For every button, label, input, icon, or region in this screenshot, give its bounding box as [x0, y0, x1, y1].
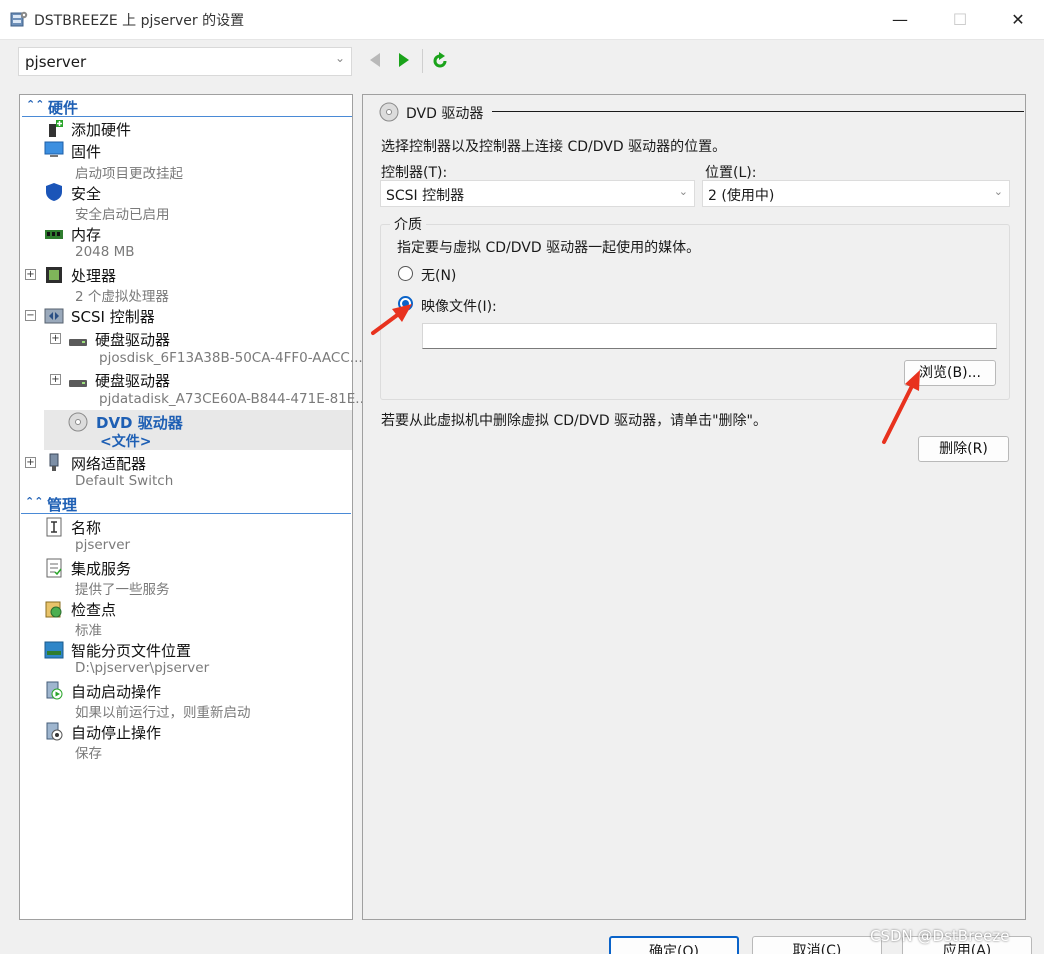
scsi-controller-icon — [44, 308, 64, 324]
radio-none-label[interactable]: 无(N) — [421, 265, 456, 285]
tree-item-network-adapter-subtitle: Default Switch — [75, 473, 174, 489]
controller-dropdown[interactable]: SCSI 控制器 ⌄ — [380, 180, 695, 207]
tree-item-hard-drive-2-subtitle: pjdatadisk_A73CE60A-B844-471E-81E... — [99, 391, 369, 407]
location-dropdown[interactable]: 2 (使用中) ⌄ — [702, 180, 1010, 207]
window-title: DSTBREEZE 上 pjserver 的设置 — [34, 13, 245, 29]
checkpoint-icon — [45, 601, 62, 618]
tree-item-processor[interactable]: 处理器 — [71, 265, 116, 286]
expand-processor-toggle[interactable]: + — [25, 269, 36, 280]
header-divider — [492, 111, 1024, 112]
processor-icon — [46, 267, 62, 283]
forward-arrow-icon[interactable] — [397, 52, 411, 68]
refresh-icon[interactable] — [430, 51, 450, 71]
dvd-drive-icon — [379, 102, 399, 122]
tree-item-dvd-drive-subtitle: <文件> — [100, 434, 152, 450]
location-label: 位置(L): — [705, 165, 757, 181]
toolbar-separator — [422, 49, 423, 73]
name-icon — [46, 517, 62, 537]
media-description: 指定要与虚拟 CD/DVD 驱动器一起使用的媒体。 — [397, 240, 701, 256]
tree-item-memory[interactable]: 内存 — [71, 224, 101, 245]
maximize-button[interactable]: ☐ — [950, 10, 970, 30]
vm-selector-value: pjserver — [25, 53, 87, 71]
tree-item-name-subtitle: pjserver — [75, 537, 131, 553]
tree-item-memory-subtitle: 2048 MB — [75, 244, 135, 260]
remove-description: 若要从此虚拟机中删除虚拟 CD/DVD 驱动器，请单击"删除"。 — [381, 413, 767, 429]
expand-network-toggle[interactable]: + — [25, 457, 36, 468]
radio-none[interactable] — [398, 266, 413, 281]
integration-services-icon — [46, 558, 62, 578]
watermark: CSDN @DstBreeze — [870, 927, 1010, 945]
radio-image-file-label[interactable]: 映像文件(I): — [421, 296, 497, 316]
remove-button[interactable]: 删除(R) — [918, 436, 1009, 462]
collapse-scsi-toggle[interactable]: − — [25, 310, 36, 321]
tree-item-processor-subtitle: 2 个虚拟处理器 — [75, 289, 169, 305]
hard-drive-icon — [69, 380, 87, 387]
tree-item-auto-start-subtitle: 如果以前运行过，则重新启动 — [75, 705, 251, 721]
media-groupbox-legend: 介质 — [390, 214, 426, 234]
ok-button[interactable]: 确定(O) — [609, 936, 739, 954]
tree-item-smart-paging-subtitle: D:\pjserver\pjserver — [75, 660, 210, 676]
auto-stop-icon — [46, 722, 63, 741]
expand-hard-drive-1-toggle[interactable]: + — [50, 333, 61, 344]
title-bar: DSTBREEZE 上 pjserver 的设置 — ☐ ✕ — [0, 0, 1044, 40]
tree-item-smart-paging[interactable]: 智能分页文件位置 — [71, 640, 191, 661]
tree-item-auto-stop-subtitle: 保存 — [75, 746, 102, 762]
expand-hard-drive-2-toggle[interactable]: + — [50, 374, 61, 385]
tree-item-dvd-drive[interactable]: DVD 驱动器 — [96, 412, 183, 433]
content-header-title: DVD 驱动器 — [406, 106, 484, 122]
tree-item-integration-services[interactable]: 集成服务 — [71, 558, 131, 579]
tree-item-security-subtitle: 安全启动已启用 — [75, 207, 170, 223]
tree-item-security[interactable]: 安全 — [71, 183, 101, 204]
settings-content-panel — [362, 94, 1026, 920]
controller-dropdown-value: SCSI 控制器 — [386, 188, 465, 204]
shield-icon — [46, 183, 62, 201]
minimize-button[interactable]: — — [890, 10, 910, 30]
hyper-v-settings-icon — [10, 11, 28, 27]
tree-item-network-adapter[interactable]: 网络适配器 — [71, 453, 146, 474]
tree-item-hard-drive-1[interactable]: 硬盘驱动器 — [95, 329, 170, 350]
tree-item-checkpoints[interactable]: 检查点 — [71, 599, 116, 620]
network-adapter-icon — [49, 453, 59, 471]
vm-selector-dropdown[interactable]: pjserver ⌄ — [18, 47, 352, 76]
hardware-section-title: 硬件 — [48, 99, 79, 117]
tree-item-checkpoints-subtitle: 标准 — [75, 623, 102, 639]
collapse-chevron-icon[interactable]: ⌃⌃ — [25, 495, 43, 508]
selected-item-highlight — [44, 410, 352, 450]
firmware-icon — [44, 141, 64, 157]
browse-button[interactable]: 浏览(B)... — [904, 360, 996, 386]
image-file-path-input[interactable] — [422, 323, 997, 349]
collapse-chevron-icon[interactable]: ⌃⌃ — [26, 98, 44, 111]
hard-drive-icon — [69, 339, 87, 346]
hardware-section-header[interactable]: ⌃⌃ 硬件 — [22, 97, 352, 117]
management-section-header[interactable]: ⌃⌃ 管理 — [21, 494, 351, 514]
chevron-down-icon: ⌄ — [678, 185, 688, 198]
tree-item-name[interactable]: 名称 — [71, 517, 101, 538]
tree-item-firmware-subtitle: 启动项目更改挂起 — [75, 166, 183, 182]
back-arrow-icon[interactable] — [368, 52, 382, 68]
tree-item-hard-drive-1-subtitle: pjosdisk_6F13A38B-50CA-4FF0-AACC... — [99, 350, 363, 366]
tree-item-scsi-controller[interactable]: SCSI 控制器 — [71, 306, 155, 327]
memory-icon — [45, 230, 63, 239]
tree-item-auto-stop[interactable]: 自动停止操作 — [71, 722, 161, 743]
smart-paging-icon — [44, 641, 64, 659]
tree-item-hard-drive-2[interactable]: 硬盘驱动器 — [95, 370, 170, 391]
auto-start-icon — [46, 681, 63, 700]
chevron-down-icon: ⌄ — [334, 51, 345, 65]
chevron-down-icon: ⌄ — [993, 185, 1003, 198]
tree-item-integration-services-subtitle: 提供了一些服务 — [75, 582, 170, 598]
dvd-drive-icon — [68, 412, 88, 432]
close-button[interactable]: ✕ — [1008, 10, 1028, 30]
tree-item-auto-start[interactable]: 自动启动操作 — [71, 681, 161, 702]
location-dropdown-value: 2 (使用中) — [708, 188, 775, 204]
radio-image-file[interactable] — [398, 296, 413, 311]
management-section-title: 管理 — [47, 496, 78, 514]
add-hardware-icon — [49, 120, 63, 137]
tree-item-firmware[interactable]: 固件 — [71, 141, 101, 162]
content-description: 选择控制器以及控制器上连接 CD/DVD 驱动器的位置。 — [381, 139, 727, 155]
cancel-button[interactable]: 取消(C) — [752, 936, 882, 954]
controller-label: 控制器(T): — [381, 165, 448, 181]
tree-item-add-hardware[interactable]: 添加硬件 — [71, 119, 131, 140]
